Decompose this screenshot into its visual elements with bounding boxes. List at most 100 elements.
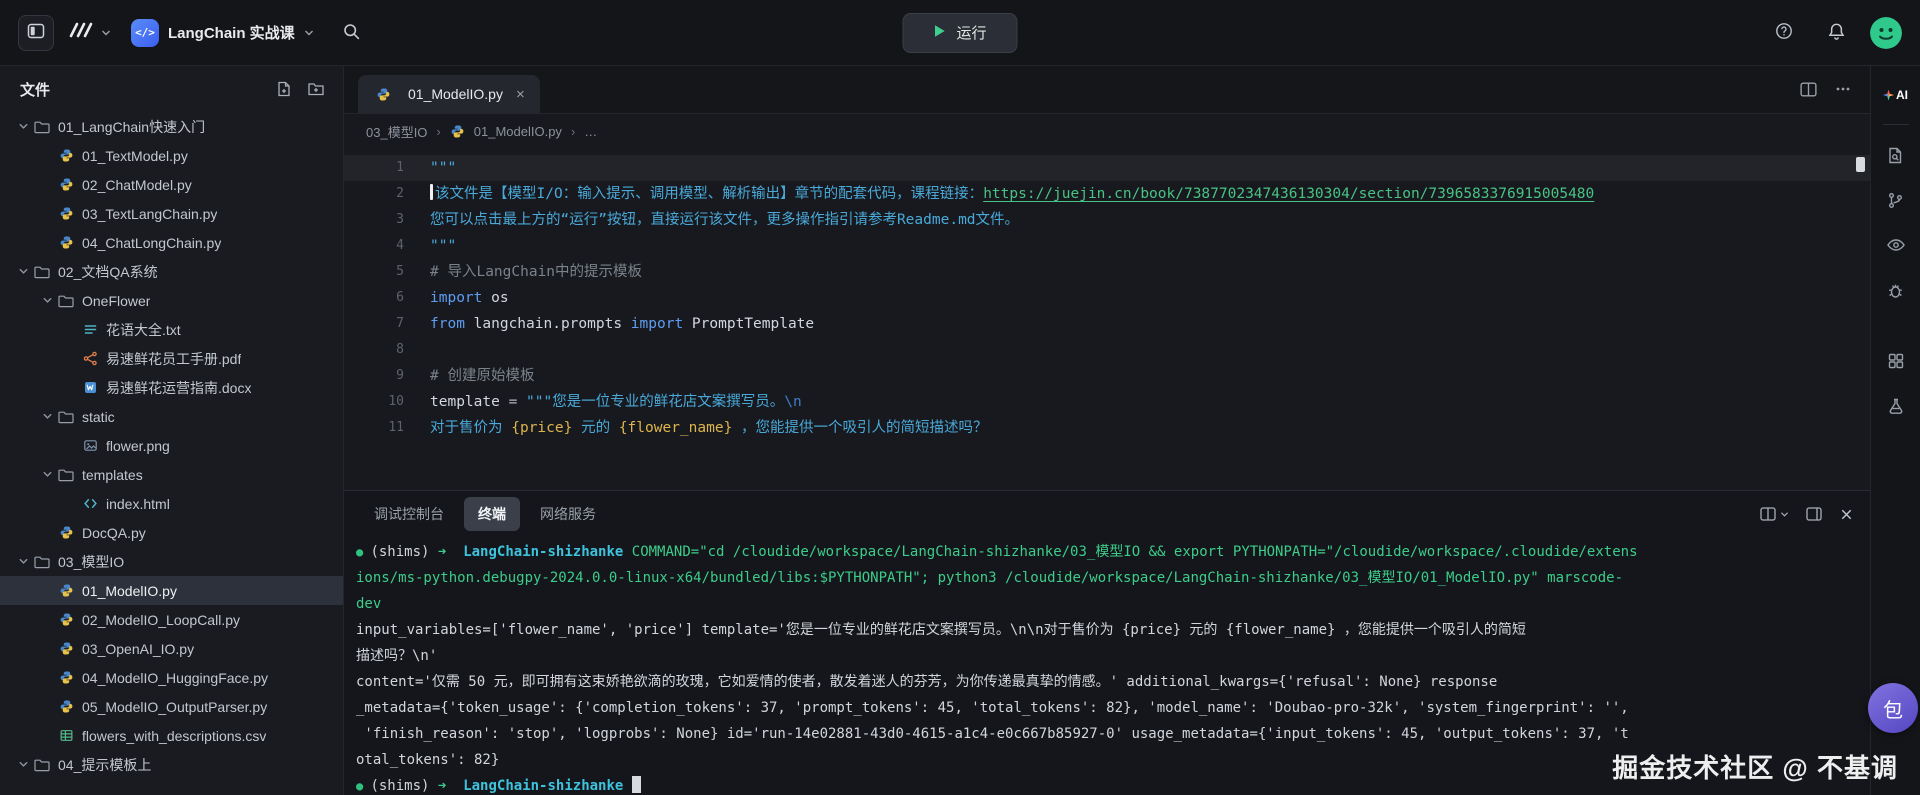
topbar-right [1766, 15, 1902, 51]
ai-assistant-button[interactable]: AI [1876, 78, 1916, 112]
split-editor-icon[interactable] [1799, 80, 1818, 99]
line-number: 8 [344, 337, 404, 363]
file-search-icon[interactable] [1877, 137, 1915, 173]
files-panel-header: 文件 [0, 66, 343, 112]
folder-item[interactable]: 04_提示模板上 [0, 750, 343, 779]
folder-icon [56, 467, 76, 483]
tree-item-label: flowers_with_descriptions.csv [82, 728, 266, 744]
tree-item-label: 易速鲜花运营指南.docx [106, 378, 251, 398]
floating-assistant-button[interactable]: 包 [1868, 683, 1918, 733]
chevron-down-icon[interactable] [14, 265, 32, 278]
breadcrumb-item[interactable]: … [584, 124, 597, 139]
png-file-icon [80, 438, 100, 453]
workspace-switcher[interactable]: </> LangChain 实战课 [123, 14, 322, 52]
file-item[interactable]: flower.png [0, 431, 343, 460]
folder-item[interactable]: templates [0, 460, 343, 489]
file-item[interactable]: 04_ChatLongChain.py [0, 228, 343, 257]
terminal-output[interactable]: ● (shims) ➜ LangChain-shizhanke COMMAND=… [344, 537, 1870, 795]
chevron-down-icon[interactable] [14, 758, 32, 771]
split-terminal-icon[interactable] [1759, 505, 1789, 523]
file-item[interactable]: 花语大全.txt [0, 315, 343, 344]
close-tab-icon[interactable]: × [516, 86, 525, 103]
text-segment: _metadata={'token_usage': {'completion_t… [356, 700, 1629, 716]
file-item[interactable]: 02_ChatModel.py [0, 170, 343, 199]
terminal-line: _metadata={'token_usage': {'completion_t… [356, 695, 1870, 721]
text-segment: \n [784, 394, 801, 410]
chevron-down-icon[interactable] [14, 120, 32, 133]
editor-column: 01_ModelIO.py × 03_模型IO›01_ModelIO.py›… … [344, 66, 1870, 795]
close-panel-icon[interactable] [1839, 507, 1854, 522]
breadcrumb-separator: › [436, 124, 440, 139]
search-button[interactable] [334, 15, 370, 51]
preview-eye-icon[interactable] [1877, 227, 1915, 263]
folder-icon [32, 757, 52, 773]
file-item[interactable]: 易速鲜花员工手册.pdf [0, 344, 343, 373]
file-item[interactable]: flowers_with_descriptions.csv [0, 721, 343, 750]
terminal-panel: 调试控制台终端网络服务 ● (shims) ➜ LangChain-shizha… [344, 490, 1870, 795]
txt-file-icon [80, 322, 100, 337]
folder-icon [56, 293, 76, 309]
file-item[interactable]: 01_TextModel.py [0, 141, 343, 170]
terminal-tab[interactable]: 调试控制台 [360, 497, 458, 531]
file-item[interactable]: 05_ModelIO_OutputParser.py [0, 692, 343, 721]
file-item[interactable]: 03_TextLangChain.py [0, 199, 343, 228]
debug-bug-icon[interactable] [1877, 272, 1915, 308]
chevron-down-icon[interactable] [38, 468, 56, 481]
code-line: 6import os [344, 285, 1870, 311]
text-segment: 'finish_reason': 'stop', 'logprobs': Non… [356, 726, 1629, 742]
help-button[interactable] [1766, 15, 1802, 51]
editor-tab-label: 01_ModelIO.py [408, 86, 503, 102]
terminal-tab[interactable]: 网络服务 [526, 497, 610, 531]
tree-item-label: 04_ModelIO_HuggingFace.py [82, 670, 268, 686]
avatar[interactable] [1870, 17, 1902, 49]
text-segment: = [500, 394, 526, 410]
main-area: 文件 01_LangChain快速入门 01_TextModel.py02_Cha… [0, 66, 1920, 795]
more-actions-icon[interactable] [1834, 80, 1852, 98]
notifications-button[interactable] [1818, 15, 1854, 51]
ai-label: AI [1896, 88, 1908, 102]
python-file-icon [450, 124, 465, 139]
file-item[interactable]: 02_ModelIO_LoopCall.py [0, 605, 343, 634]
editor-tab-active[interactable]: 01_ModelIO.py × [358, 75, 540, 113]
breadcrumb-item[interactable]: 03_模型IO [366, 122, 427, 141]
tree-item-label: 01_LangChain快速入门 [58, 117, 205, 137]
git-branch-icon[interactable] [1877, 182, 1915, 218]
terminal-tab[interactable]: 终端 [464, 497, 520, 531]
text-segment: 元的 [572, 420, 618, 436]
file-item[interactable]: DocQA.py [0, 518, 343, 547]
text-segment: 您可以点击最上方的“运行”按钮，直接运行该文件，更多操作指引请参考Readme.… [430, 212, 1019, 228]
test-flask-icon[interactable] [1877, 388, 1915, 424]
play-icon [933, 24, 945, 42]
folder-item[interactable]: static [0, 402, 343, 431]
breadcrumb-item[interactable]: 01_ModelIO.py [474, 124, 562, 139]
chevron-down-icon[interactable] [38, 294, 56, 307]
code-content: from langchain.prompts import PromptTemp… [404, 311, 814, 337]
file-item[interactable]: 易速鲜花运营指南.docx [0, 373, 343, 402]
html-file-icon [80, 496, 100, 511]
py-file-icon [56, 670, 76, 685]
folder-item[interactable]: 01_LangChain快速入门 [0, 112, 343, 141]
code-content: 您可以点击最上方的“运行”按钮，直接运行该文件，更多操作指引请参考Readme.… [404, 207, 1019, 233]
extensions-grid-icon[interactable] [1877, 343, 1915, 379]
breadcrumb[interactable]: 03_模型IO›01_ModelIO.py›… [344, 114, 1870, 148]
editor-scrollbar-thumb[interactable] [1856, 157, 1865, 172]
code-line: 3您可以点击最上方的“运行”按钮，直接运行该文件，更多操作指引请参考Readme… [344, 207, 1870, 233]
file-item[interactable]: 03_OpenAI_IO.py [0, 634, 343, 663]
brand-menu[interactable] [66, 20, 111, 45]
code-editor[interactable]: 1"""2该文件是【模型I/O：输入提示、调用模型、解析输出】章节的配套代码，课… [344, 148, 1870, 490]
folder-item[interactable]: 03_模型IO [0, 547, 343, 576]
terminal-line: 'finish_reason': 'stop', 'logprobs': Non… [356, 721, 1870, 747]
chevron-down-icon[interactable] [38, 410, 56, 423]
chevron-down-icon[interactable] [14, 555, 32, 568]
folder-item[interactable]: 02_文档QA系统 [0, 257, 343, 286]
code-line: 7from langchain.prompts import PromptTem… [344, 311, 1870, 337]
run-button[interactable]: 运行 [902, 13, 1017, 53]
file-item[interactable]: index.html [0, 489, 343, 518]
new-folder-icon[interactable] [307, 80, 325, 98]
folder-item[interactable]: OneFlower [0, 286, 343, 315]
maximize-panel-icon[interactable] [1805, 505, 1823, 523]
file-item[interactable]: 04_ModelIO_HuggingFace.py [0, 663, 343, 692]
new-file-icon[interactable] [275, 80, 293, 98]
file-item[interactable]: 01_ModelIO.py [0, 576, 343, 605]
panel-toggle-button[interactable] [18, 15, 54, 51]
